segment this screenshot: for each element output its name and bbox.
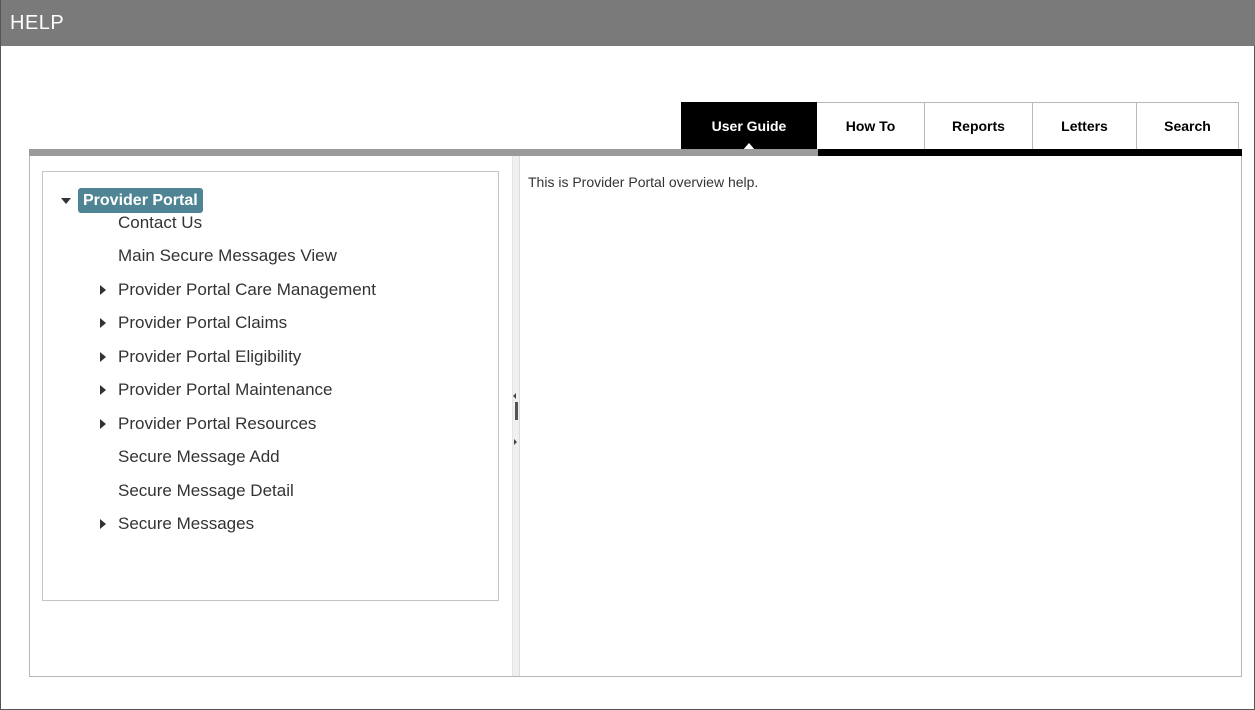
tree-item-label: Provider Portal Eligibility [118,346,302,366]
caret-right-icon[interactable] [100,284,106,295]
expand-right-icon[interactable] [514,439,517,445]
tab-reports[interactable]: Reports [925,102,1033,149]
tree-item[interactable]: Secure Message Add [43,441,498,475]
tab-underline-gray [29,149,818,156]
tree-item-label: Secure Message Detail [118,480,294,500]
splitter-grip-icon[interactable] [515,402,518,420]
tab-how-to[interactable]: How To [817,102,925,149]
help-content-frame: Provider Portal Contact Us Main Secure Me… [29,156,1242,677]
caret-right-icon[interactable] [100,418,106,429]
tree-item-label: Main Secure Messages View [118,246,337,266]
tab-search[interactable]: Search [1137,102,1239,149]
help-content-pane: This is Provider Portal overview help. [520,156,1241,676]
tree-item[interactable]: Provider Portal Eligibility [43,340,498,374]
tab-label: Letters [1061,118,1108,134]
tab-label: User Guide [711,118,787,134]
caret-down-icon[interactable] [61,197,71,204]
tree-item-label: Secure Message Add [118,447,280,467]
tree-item-label: Provider Portal Claims [118,313,288,333]
tree-item[interactable]: Provider Portal Resources [43,407,498,441]
tree-item-label: Provider Portal Care Management [118,279,376,299]
tree-item[interactable]: Main Secure Messages View [43,240,498,274]
tree-item[interactable]: Secure Messages [43,508,498,542]
tree-item-label: Secure Messages [118,514,255,534]
caret-right-icon[interactable] [100,318,106,329]
tree-item[interactable]: Provider Portal Care Management [43,273,498,307]
collapse-left-icon[interactable] [513,393,516,399]
tree-item-label: Provider Portal Resources [118,413,317,433]
tree-item-label: Contact Us [118,212,203,232]
tree-children: Contact Us Main Secure Messages View Provi… [43,206,498,541]
window-title: HELP [1,0,1255,46]
caret-right-icon[interactable] [100,351,106,362]
tab-label: How To [845,118,896,134]
tree-item[interactable]: Provider Portal Claims [43,307,498,341]
help-tabs: User Guide How To Reports Letters Search [681,102,1239,151]
tab-label: Reports [952,118,1005,134]
tab-label: Search [1164,118,1211,134]
tree-item[interactable]: Contact Us [43,206,498,240]
tree-item-label: Provider Portal Maintenance [118,380,333,400]
tree-item[interactable]: Secure Message Detail [43,474,498,508]
tree-item[interactable]: Provider Portal Maintenance [43,374,498,408]
caret-right-icon[interactable] [100,385,106,396]
tab-underline-black [818,149,1242,156]
tab-user-guide[interactable]: User Guide [681,102,817,151]
tab-letters[interactable]: Letters [1033,102,1137,149]
help-content-text: This is Provider Portal overview help. [528,174,759,190]
pane-splitter[interactable] [512,156,520,676]
caret-right-icon[interactable] [100,519,106,530]
navigation-pane: Provider Portal Contact Us Main Secure Me… [30,156,512,676]
help-window: HELP User Guide How To Reports Letters S… [0,0,1255,710]
help-topic-tree: Provider Portal Contact Us Main Secure Me… [42,171,499,601]
